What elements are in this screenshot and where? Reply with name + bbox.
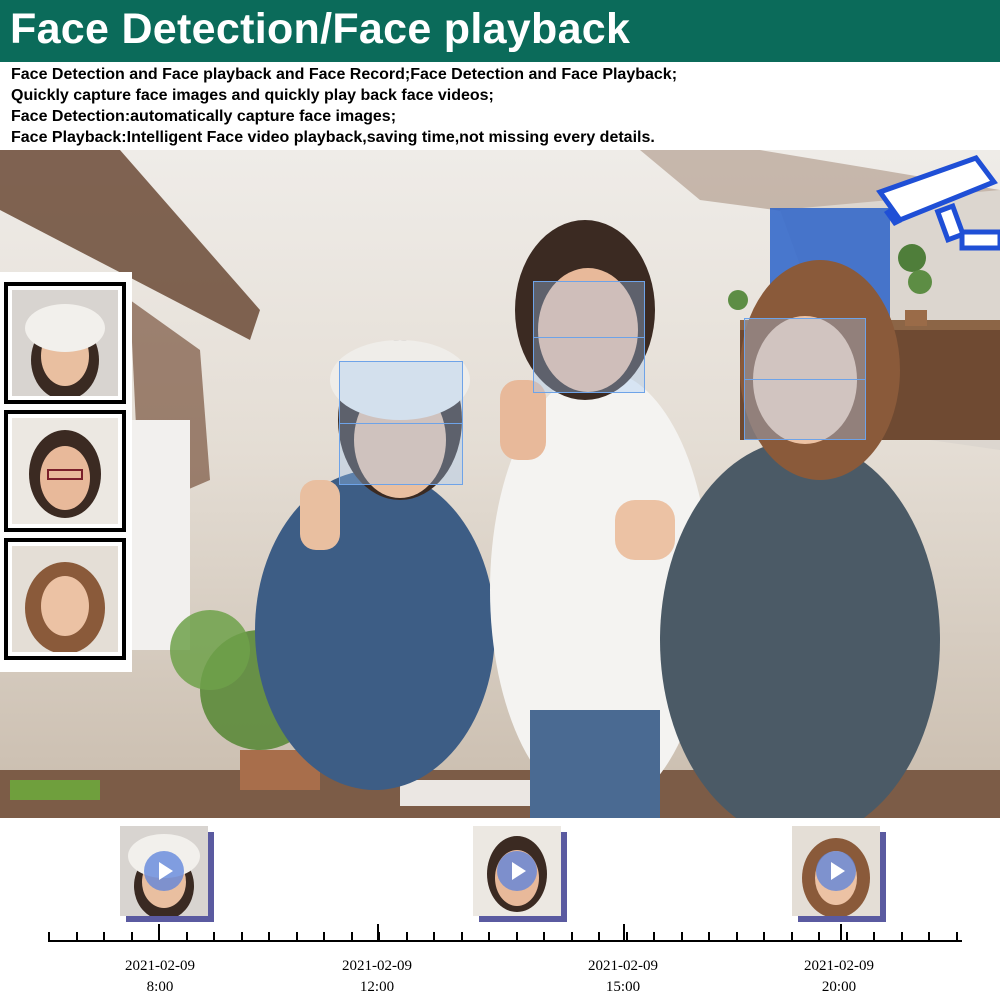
- playback-clip[interactable]: [473, 826, 561, 916]
- timeline-tick: [296, 932, 298, 941]
- title-banner: Face Detection/Face playback: [0, 0, 1000, 62]
- timeline-tick: [653, 932, 655, 941]
- description-block: Face Detection and Face playback and Fac…: [11, 64, 991, 148]
- timeline-tick: [736, 932, 738, 941]
- face-image: [473, 826, 561, 916]
- timeline-major-tick: [840, 924, 842, 942]
- play-icon[interactable]: [497, 851, 537, 891]
- face-detection-box: [744, 318, 866, 440]
- face-image: [792, 826, 880, 916]
- timeline-tick: [818, 932, 820, 941]
- timeline-tick: [406, 932, 408, 941]
- face-image: [12, 546, 118, 652]
- timeline-tick: [103, 932, 105, 941]
- timeline-tick: [48, 932, 50, 941]
- timeline-tick: [873, 932, 875, 941]
- timeline-tick: [543, 932, 545, 941]
- timeline-tick: [846, 932, 848, 941]
- timeline-tick: [681, 932, 683, 941]
- timeline-tick: [956, 932, 958, 941]
- timeline-tick: [901, 932, 903, 941]
- timeline-label: 2021-02-09 15:00: [563, 956, 683, 998]
- scene-illustration: [0, 150, 1000, 818]
- timeline-tick: [351, 932, 353, 941]
- face-detection-box: [339, 361, 463, 485]
- playback-clip[interactable]: [120, 826, 208, 916]
- captured-face-thumbnail[interactable]: [4, 410, 126, 532]
- timeline-tick: [708, 932, 710, 941]
- timeline-label: 2021-02-09 12:00: [317, 956, 437, 998]
- timeline-tick: [186, 932, 188, 941]
- timeline-tick: [516, 932, 518, 941]
- timeline-label: 2021-02-09 20:00: [779, 956, 899, 998]
- timeline-time: 15:00: [605, 979, 641, 995]
- face-image: [120, 826, 208, 916]
- timeline-tick: [626, 932, 628, 941]
- timeline-tick: [763, 932, 765, 941]
- timeline-major-tick: [158, 924, 160, 942]
- page-title: Face Detection/Face playback: [10, 5, 631, 53]
- timeline-date: 2021-02-09: [342, 958, 412, 974]
- timeline-tick: [598, 932, 600, 941]
- timeline-tick: [268, 932, 270, 941]
- timeline-tick: [461, 932, 463, 941]
- timeline-date: 2021-02-09: [804, 958, 874, 974]
- timeline-major-tick: [623, 924, 625, 942]
- description-line: Face Detection:automatically capture fac…: [11, 108, 397, 125]
- timeline-tick: [131, 932, 133, 941]
- timeline-label: 2021-02-09 8:00: [100, 956, 220, 998]
- face-image: [12, 290, 118, 396]
- timeline-date: 2021-02-09: [588, 958, 658, 974]
- timeline-tick: [323, 932, 325, 941]
- captured-face-thumbnail[interactable]: [4, 538, 126, 660]
- timeline-date: 2021-02-09: [125, 958, 195, 974]
- play-icon[interactable]: [144, 851, 184, 891]
- timeline-tick: [241, 932, 243, 941]
- face-image: [12, 418, 118, 524]
- captured-faces-strip: [0, 272, 132, 672]
- timeline-major-tick: [377, 924, 379, 942]
- timeline-time: 20:00: [821, 979, 857, 995]
- description-line: Quickly capture face images and quickly …: [11, 87, 494, 104]
- description-line: Face Detection and Face playback and Fac…: [11, 66, 678, 83]
- timeline-tick: [488, 932, 490, 941]
- timeline-tick: [433, 932, 435, 941]
- timeline-tick: [571, 932, 573, 941]
- scene-photo: [0, 150, 1000, 818]
- timeline-tick: [213, 932, 215, 941]
- cctv-camera-icon: [876, 155, 1000, 251]
- timeline-time: 8:00: [146, 979, 174, 995]
- timeline-tick: [928, 932, 930, 941]
- play-icon[interactable]: [816, 851, 856, 891]
- timeline-tick: [76, 932, 78, 941]
- timeline-tick: [791, 932, 793, 941]
- face-detection-box: [533, 281, 645, 393]
- description-line: Face Playback:Intelligent Face video pla…: [11, 129, 655, 146]
- timeline-time: 12:00: [359, 979, 395, 995]
- playback-clip[interactable]: [792, 826, 880, 916]
- captured-face-thumbnail[interactable]: [4, 282, 126, 404]
